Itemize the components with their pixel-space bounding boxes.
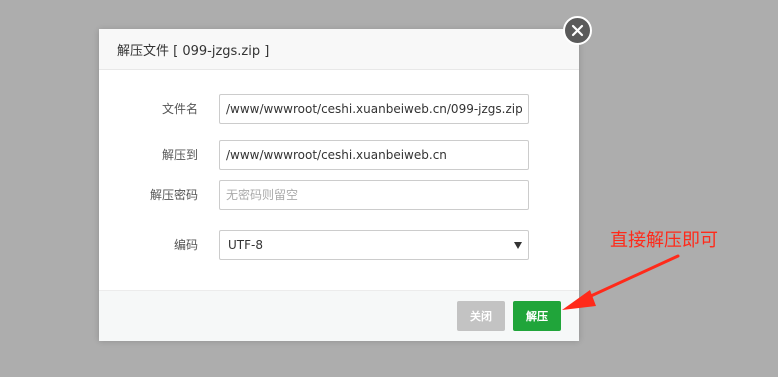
screen-overlay: 解压文件 [ 099-jzgs.zip ] 文件名 解压到 解压密码 编码 UT… bbox=[0, 0, 778, 377]
annotation-arrow-icon bbox=[562, 254, 680, 310]
